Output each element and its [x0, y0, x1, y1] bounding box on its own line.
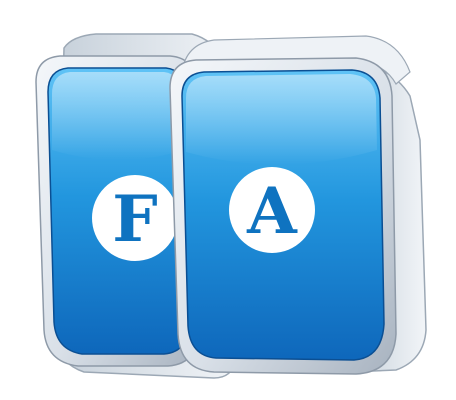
tile-a: A — [169, 35, 427, 375]
letter-a: A — [246, 174, 298, 249]
letter-f: F — [112, 182, 157, 257]
fa-logo: F A — [35, 33, 427, 379]
